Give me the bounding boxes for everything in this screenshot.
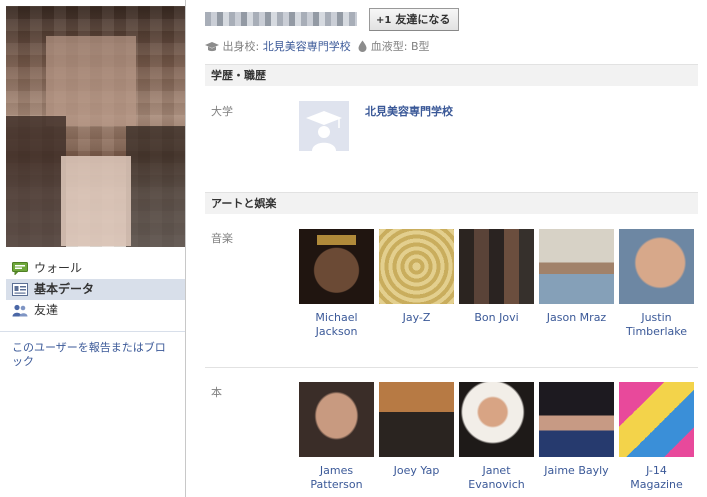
blood-drop-icon xyxy=(358,40,367,52)
report-divider xyxy=(0,331,185,332)
add-friend-button[interactable]: +1 友達になる xyxy=(369,8,460,31)
book-item[interactable]: Jaime Bayly xyxy=(539,382,614,478)
add-friend-label: 友達になる xyxy=(395,13,451,26)
book-cover xyxy=(379,382,454,457)
music-title: Jay-Z xyxy=(402,311,431,324)
crown-shape xyxy=(317,235,356,245)
nav-label: 基本データ xyxy=(34,282,95,296)
music-item[interactable]: Bon Jovi xyxy=(459,229,534,325)
music-cover xyxy=(539,229,614,304)
photo-region xyxy=(46,36,136,126)
photo-region xyxy=(126,126,185,247)
nav-item-info[interactable]: 基本データ xyxy=(6,279,185,300)
photo-region xyxy=(61,156,131,246)
music-item[interactable]: Michael Jackson xyxy=(299,229,374,339)
school-icon xyxy=(205,42,219,52)
music-item[interactable]: Jason Mraz xyxy=(539,229,614,325)
section-divider xyxy=(205,367,698,368)
music-title: Justin Timberlake xyxy=(626,311,687,338)
music-cover xyxy=(299,229,374,304)
graduation-cap-icon xyxy=(306,111,342,151)
music-title: Michael Jackson xyxy=(315,311,358,338)
book-cover xyxy=(299,382,374,457)
book-item[interactable]: James Patterson xyxy=(299,382,374,492)
photo-region xyxy=(6,116,66,247)
profile-info-line: 出身校: 北見美容専門学校 血液型: B型 xyxy=(205,38,430,53)
book-title: James Patterson xyxy=(310,464,363,491)
left-column: ウォール 基本データ 友達 このユーザーを報告またはブロック xyxy=(0,0,185,497)
book-cover xyxy=(539,382,614,457)
profile-photo[interactable] xyxy=(6,6,185,247)
music-cover xyxy=(459,229,534,304)
school-image[interactable] xyxy=(299,101,349,151)
book-title: J-14 Magazine xyxy=(630,464,683,491)
book-item[interactable]: Joey Yap xyxy=(379,382,454,478)
profile-nav: ウォール 基本データ 友達 xyxy=(6,258,185,321)
school-link[interactable]: 北見美容専門学校 xyxy=(263,40,351,53)
music-item[interactable]: Justin Timberlake xyxy=(619,229,694,339)
add-friend-plus-icon: +1 xyxy=(376,15,392,26)
book-item[interactable]: Janet Evanovich xyxy=(459,382,534,492)
profile-name-redacted xyxy=(205,12,357,26)
book-item[interactable]: J-14 Magazine xyxy=(619,382,694,492)
nav-label: 友達 xyxy=(34,303,59,317)
university-label: 大学 xyxy=(211,105,233,118)
nav-item-wall[interactable]: ウォール xyxy=(6,258,185,279)
music-title: Bon Jovi xyxy=(474,311,519,324)
column-divider xyxy=(185,0,186,497)
music-cover xyxy=(619,229,694,304)
friends-icon xyxy=(12,304,28,317)
nav-item-friends[interactable]: 友達 xyxy=(6,300,185,321)
book-title: Joey Yap xyxy=(393,464,440,477)
blood-type: B型 xyxy=(410,40,430,53)
book-title: Janet Evanovich xyxy=(468,464,525,491)
music-cover xyxy=(379,229,454,304)
report-block-link[interactable]: このユーザーを報告またはブロック xyxy=(12,341,172,369)
books-label: 本 xyxy=(211,386,222,399)
education-heading: 学歴・職歴 xyxy=(205,64,698,86)
music-item[interactable]: Jay-Z xyxy=(379,229,454,325)
school-prefix: 出身校: xyxy=(222,40,260,53)
wall-icon xyxy=(12,262,28,275)
blood-prefix: 血液型: xyxy=(370,40,408,53)
school-name-link[interactable]: 北見美容専門学校 xyxy=(365,103,453,119)
music-title: Jason Mraz xyxy=(546,311,607,324)
book-title: Jaime Bayly xyxy=(544,464,609,477)
nav-label: ウォール xyxy=(34,261,83,275)
music-label: 音楽 xyxy=(211,232,233,245)
book-cover xyxy=(619,382,694,457)
arts-heading: アートと娯楽 xyxy=(205,192,698,214)
book-cover xyxy=(459,382,534,457)
info-icon xyxy=(12,283,28,296)
